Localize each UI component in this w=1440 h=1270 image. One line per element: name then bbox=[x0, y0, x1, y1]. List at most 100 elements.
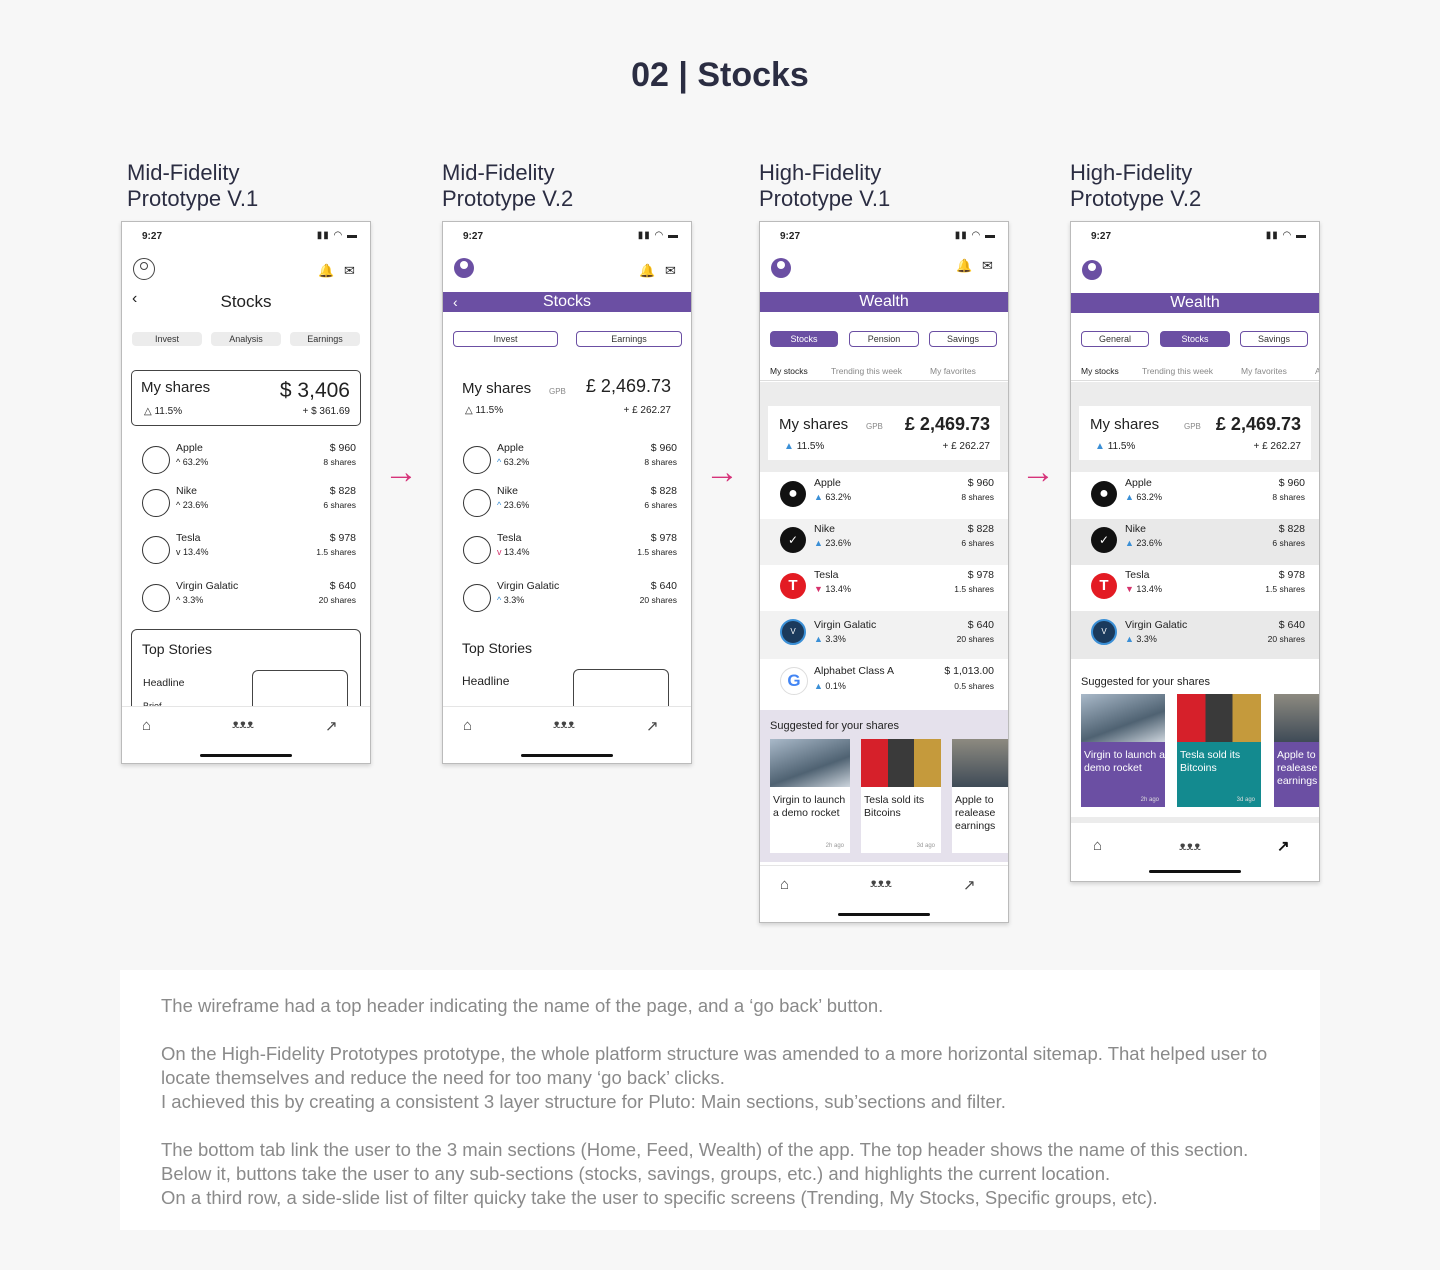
page-title: 02 | Stocks bbox=[631, 56, 809, 94]
story-card-virgin[interactable]: Virgin to launch a demo rocket 2h ago bbox=[770, 739, 850, 853]
filter-my-stocks[interactable]: My stocks bbox=[1081, 366, 1119, 376]
screen-header: ‹ Stocks bbox=[443, 292, 691, 312]
stock-pct: ▲ 23.6% bbox=[1125, 538, 1162, 548]
people-icon[interactable]: ᴥᴥᴥ bbox=[1179, 839, 1201, 853]
stock-row-apple[interactable]: Apple ^ 63.2% $ 960 8 shares bbox=[122, 438, 370, 482]
story-card-apple[interactable]: Apple to realease earnings bbox=[1274, 694, 1319, 807]
stock-row-virgin[interactable]: Virgin Galatic ^ 3.3% $ 640 20 shares bbox=[443, 576, 691, 620]
stock-row-tesla[interactable]: T Tesla ▼ 13.4% $ 978 1.5 shares bbox=[760, 565, 1008, 611]
filter-favorites[interactable]: My favorites bbox=[1241, 366, 1287, 376]
stock-row-virgin[interactable]: V Virgin Galatic ▲ 3.3% $ 640 20 shares bbox=[760, 611, 1008, 659]
stock-value: $ 960 bbox=[650, 442, 677, 454]
stock-value: $ 1,013.00 bbox=[944, 665, 994, 677]
home-indicator bbox=[200, 754, 292, 757]
top-stories-title: Top Stories bbox=[462, 640, 533, 656]
story-image-apple bbox=[952, 739, 1008, 787]
home-icon[interactable]: ⌂ bbox=[142, 717, 151, 734]
stock-pct: ^ 23.6% bbox=[176, 500, 209, 510]
avatar-icon[interactable] bbox=[771, 258, 791, 278]
filter-more[interactable]: A bbox=[1315, 366, 1319, 376]
stock-pct: ▲ 63.2% bbox=[814, 492, 851, 502]
tab-invest[interactable]: Invest bbox=[453, 331, 558, 347]
tab-earnings[interactable]: Earnings bbox=[290, 332, 360, 346]
story-card-tesla[interactable]: Tesla sold its Bitcoins 3d ago bbox=[861, 739, 941, 853]
mail-icon[interactable]: ✉ bbox=[982, 258, 993, 274]
stock-value: $ 828 bbox=[967, 523, 994, 535]
description-paragraph-1: The wireframe had a top header indicatin… bbox=[161, 995, 884, 1016]
my-shares-card[interactable]: My shares GPB £ 2,469.73 △ 11.5% + £ 262… bbox=[453, 363, 681, 421]
stock-value: $ 978 bbox=[1278, 569, 1305, 581]
stock-row-apple[interactable]: Apple ^ 63.2% $ 960 8 shares bbox=[443, 438, 691, 482]
bell-icon[interactable]: 🔔 bbox=[639, 263, 655, 279]
trending-icon[interactable]: ↗ bbox=[963, 876, 976, 894]
story-image-tesla bbox=[1177, 694, 1261, 742]
stock-shares: 6 shares bbox=[1272, 538, 1305, 548]
tab-savings[interactable]: Savings bbox=[929, 331, 997, 347]
story-headline: Headline bbox=[143, 677, 185, 689]
story-text: Virgin to launch a demo rocket bbox=[1084, 749, 1165, 774]
story-card-apple[interactable]: Apple to realease earnings 1 bbox=[952, 739, 1008, 853]
stock-row-virgin[interactable]: V Virgin Galatic ▲ 3.3% $ 640 20 shares bbox=[1071, 611, 1319, 659]
story-card-virgin[interactable]: Virgin to launch a demo rocket 2h ago bbox=[1081, 694, 1165, 807]
mail-icon[interactable]: ✉ bbox=[344, 263, 355, 279]
my-shares-card[interactable]: My shares $ 3,406 △ 11.5% + $ 361.69 bbox=[131, 370, 361, 426]
bell-icon[interactable]: 🔔 bbox=[956, 258, 972, 274]
stock-row-tesla[interactable]: Tesla v 13.4% $ 978 1.5 shares bbox=[443, 528, 691, 572]
column-title-mid1: Mid-Fidelity Prototype V.1 bbox=[127, 160, 259, 211]
my-shares-card[interactable]: My shares GPB £ 2,469.73 ▲ 11.5% + £ 262… bbox=[768, 406, 1000, 460]
stock-row-nike[interactable]: ✓ Nike ▲ 23.6% $ 828 6 shares bbox=[1071, 519, 1319, 565]
tab-analysis[interactable]: Analysis bbox=[211, 332, 281, 346]
stock-row-tesla[interactable]: Tesla v 13.4% $ 978 1.5 shares bbox=[122, 528, 370, 572]
stock-row-tesla[interactable]: T Tesla ▼ 13.4% $ 978 1.5 shares bbox=[1071, 565, 1319, 611]
stock-pct: ^ 63.2% bbox=[176, 457, 209, 467]
my-shares-pct: △ 11.5% bbox=[144, 406, 183, 417]
tab-savings[interactable]: Savings bbox=[1240, 331, 1308, 347]
status-time: 9:27 bbox=[1091, 231, 1112, 242]
bottom-tab-bar: ⌂ ᴥᴥᴥ ↗ bbox=[1071, 823, 1319, 879]
home-icon[interactable]: ⌂ bbox=[1093, 837, 1102, 854]
stock-name: Apple bbox=[176, 442, 203, 454]
filter-my-stocks[interactable]: My stocks bbox=[770, 366, 808, 376]
story-text: Apple to realease earnings bbox=[955, 794, 996, 832]
nike-logo-icon: ✓ bbox=[780, 527, 806, 553]
stock-row-alphabet[interactable]: G Alphabet Class A ▲ 0.1% $ 1,013.00 0.5… bbox=[760, 659, 1008, 705]
stock-row-virgin[interactable]: Virgin Galatic ^ 3.3% $ 640 20 shares bbox=[122, 576, 370, 620]
filter-trending[interactable]: Trending this week bbox=[831, 366, 902, 376]
home-icon[interactable]: ⌂ bbox=[780, 876, 789, 893]
people-icon[interactable]: ᴥᴥᴥ bbox=[870, 876, 892, 890]
apple-logo-icon: ● bbox=[1091, 481, 1117, 507]
tab-pension[interactable]: Pension bbox=[849, 331, 919, 347]
my-shares-label: My shares bbox=[141, 379, 211, 396]
tab-stocks[interactable]: Stocks bbox=[770, 331, 838, 347]
stock-row-apple[interactable]: ● Apple ▲ 63.2% $ 960 8 shares bbox=[760, 473, 1008, 520]
filter-trending[interactable]: Trending this week bbox=[1142, 366, 1213, 376]
stock-shares: 20 shares bbox=[956, 634, 994, 644]
top-stories-title: Top Stories bbox=[142, 641, 213, 657]
people-icon[interactable]: ᴥᴥᴥ bbox=[553, 717, 575, 731]
back-icon[interactable]: ‹ bbox=[453, 292, 458, 312]
avatar-icon[interactable] bbox=[454, 258, 474, 278]
trending-icon[interactable]: ↗ bbox=[1277, 837, 1290, 855]
avatar-icon[interactable] bbox=[1082, 260, 1102, 280]
stock-row-nike[interactable]: Nike ^ 23.6% $ 828 6 shares bbox=[443, 481, 691, 525]
people-icon[interactable]: ᴥᴥᴥ bbox=[232, 717, 254, 731]
home-icon[interactable]: ⌂ bbox=[463, 717, 472, 734]
trending-icon[interactable]: ↗ bbox=[325, 717, 338, 735]
filter-favorites[interactable]: My favorites bbox=[930, 366, 976, 376]
tab-general[interactable]: General bbox=[1081, 331, 1149, 347]
trending-icon[interactable]: ↗ bbox=[646, 717, 659, 735]
stock-row-nike[interactable]: ✓ Nike ▲ 23.6% $ 828 6 shares bbox=[760, 519, 1008, 565]
avatar-icon[interactable] bbox=[133, 258, 155, 280]
stock-row-apple[interactable]: ● Apple ▲ 63.2% $ 960 8 shares bbox=[1071, 473, 1319, 519]
tab-earnings[interactable]: Earnings bbox=[576, 331, 682, 347]
mail-icon[interactable]: ✉ bbox=[665, 263, 676, 279]
tab-invest[interactable]: Invest bbox=[132, 332, 202, 346]
story-card-tesla[interactable]: Tesla sold its Bitcoins 3d ago bbox=[1177, 694, 1261, 807]
tab-stocks[interactable]: Stocks bbox=[1160, 331, 1230, 347]
screen-header: Wealth bbox=[760, 292, 1008, 312]
stock-row-nike[interactable]: Nike ^ 23.6% $ 828 6 shares bbox=[122, 481, 370, 525]
story-time: 2h ago bbox=[825, 843, 844, 849]
currency-label: GPB bbox=[1184, 422, 1201, 431]
my-shares-card[interactable]: My shares GPB £ 2,469.73 ▲ 11.5% + £ 262… bbox=[1079, 406, 1311, 460]
bell-icon[interactable]: 🔔 bbox=[318, 263, 334, 279]
